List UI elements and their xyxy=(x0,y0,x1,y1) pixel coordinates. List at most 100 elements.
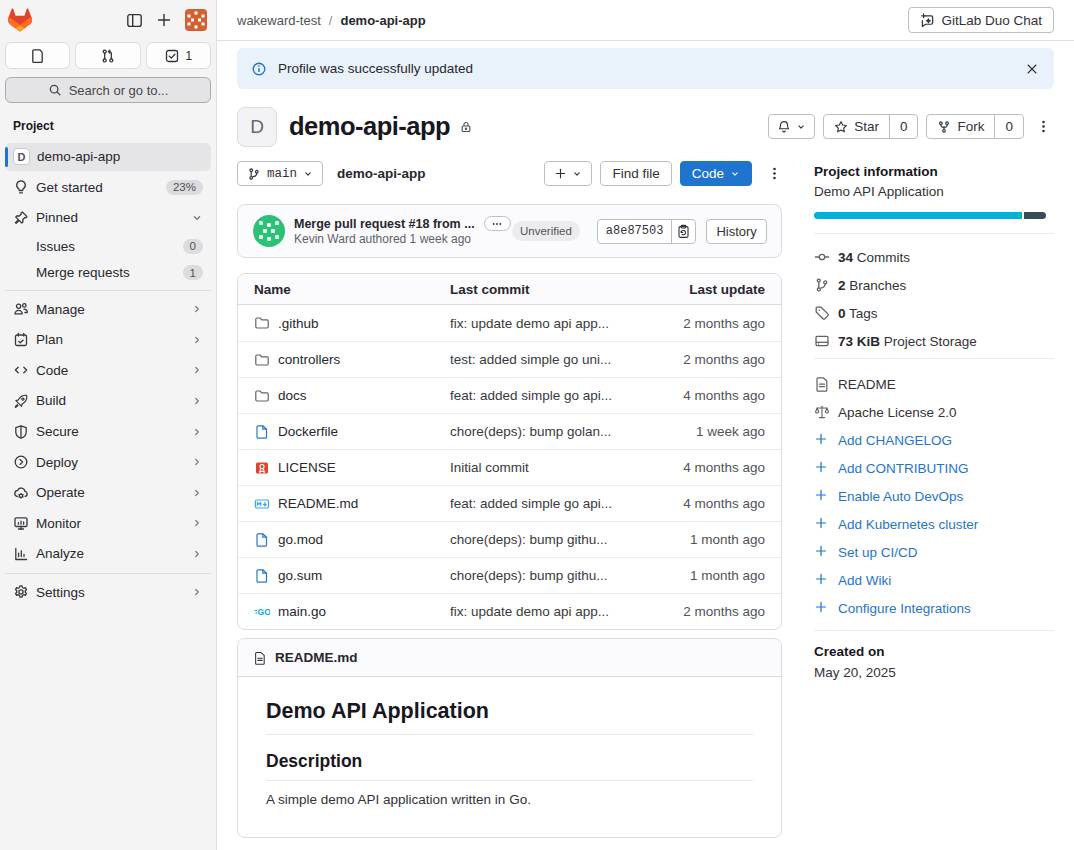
gitlab-logo-icon[interactable] xyxy=(8,8,32,32)
markdown-icon xyxy=(254,496,270,512)
stat-value: 0 xyxy=(838,306,846,321)
file-name[interactable]: .github xyxy=(278,316,319,331)
sidebar-item-pinned[interactable]: Pinned xyxy=(5,204,211,232)
sidebar-item-deploy[interactable]: Deploy xyxy=(5,448,211,476)
project-more-actions-icon[interactable] xyxy=(1032,114,1054,139)
commit-message-link[interactable]: feat: added simple go api... xyxy=(450,496,625,511)
commit-expand-icon[interactable] xyxy=(484,216,511,231)
plus-icon xyxy=(814,544,830,560)
fork-button[interactable]: Fork xyxy=(927,115,994,138)
branches-stat[interactable]: 2 Branches xyxy=(814,271,1054,299)
sidebar-menu: Project D demo-api-app Get started 23% xyxy=(0,115,216,606)
history-button[interactable]: History xyxy=(706,219,766,244)
storage-stat[interactable]: 73 KiB Project Storage xyxy=(814,327,1054,355)
file-name[interactable]: go.mod xyxy=(278,532,323,547)
breadcrumb-group[interactable]: wakeward-test xyxy=(237,13,321,28)
plus-icon xyxy=(814,572,830,588)
sidebar-item-code[interactable]: Code xyxy=(5,356,211,384)
tree-more-actions-icon[interactable] xyxy=(766,161,782,186)
sidebar-item-settings[interactable]: Settings xyxy=(5,578,211,606)
commit-message-link[interactable]: fix: update demo api app... xyxy=(450,604,625,619)
duo-chat-button[interactable]: GitLab Duo Chat xyxy=(908,7,1054,33)
sidebar-item-monitor[interactable]: Monitor xyxy=(5,509,211,537)
enable-auto-devops-link[interactable]: Enable Auto DevOps xyxy=(814,482,1054,510)
commits-stat[interactable]: 34 Commits xyxy=(814,243,1054,271)
file-name[interactable]: Dockerfile xyxy=(278,424,338,439)
disk-icon xyxy=(814,333,830,349)
issues-shortcut-button[interactable] xyxy=(5,42,70,69)
branch-selector[interactable]: main xyxy=(237,161,323,186)
issues-icon xyxy=(30,48,46,64)
sidebar-item-manage[interactable]: Manage xyxy=(5,295,211,323)
search-input[interactable]: Search or go to... xyxy=(5,77,211,103)
table-row: Dockerfile chore(deps): bump golan... 1 … xyxy=(238,413,781,449)
sidebar-item-build[interactable]: Build xyxy=(5,387,211,415)
table-row: .github fix: update demo api app... 2 mo… xyxy=(238,305,781,341)
alert-close-icon[interactable] xyxy=(1025,62,1039,76)
tree-header-row: Name Last commit Last update xyxy=(238,274,781,305)
commit-message-link[interactable]: chore(deps): bump golan... xyxy=(450,424,625,439)
sidebar-collapse-icon[interactable] xyxy=(126,12,143,29)
sidebar-item-project[interactable]: D demo-api-app xyxy=(5,143,211,171)
page-content: Profile was successfully updated D demo-… xyxy=(217,41,1074,838)
user-avatar[interactable] xyxy=(185,9,207,31)
unverified-badge[interactable]: Unverified xyxy=(512,221,580,241)
commit-message-link[interactable]: feat: added simple go api... xyxy=(450,388,625,403)
breadcrumb-project[interactable]: demo-api-app xyxy=(340,13,425,28)
add-kubernetes-cluster-link[interactable]: Add Kubernetes cluster xyxy=(814,510,1054,538)
commit-author-avatar[interactable] xyxy=(253,215,285,247)
readme-header[interactable]: README.md xyxy=(238,639,781,677)
link-label: Enable Auto DevOps xyxy=(838,489,963,504)
plus-icon xyxy=(814,488,830,504)
commit-message-link[interactable]: chore(deps): bump githu... xyxy=(450,568,625,583)
file-name[interactable]: main.go xyxy=(278,604,326,619)
license-link[interactable]: Apache License 2.0 xyxy=(814,398,1054,426)
todo-check-icon xyxy=(164,48,180,64)
merge-requests-shortcut-button[interactable] xyxy=(75,42,140,69)
copy-sha-icon[interactable] xyxy=(672,220,695,243)
file-name[interactable]: LICENSE xyxy=(278,460,336,475)
set-up-cicd-link[interactable]: Set up CI/CD xyxy=(814,538,1054,566)
create-new-icon[interactable] xyxy=(156,12,172,28)
sidebar-item-plan[interactable]: Plan xyxy=(5,326,211,354)
sidebar-item-merge-requests[interactable]: Merge requests 1 xyxy=(5,261,211,285)
todos-shortcut-button[interactable]: 1 xyxy=(146,42,211,69)
stat-text: 0 Tags xyxy=(838,306,878,321)
code-dropdown-button[interactable]: Code xyxy=(680,161,752,186)
commit-message-link[interactable]: Initial commit xyxy=(450,460,625,475)
readme-link[interactable]: README xyxy=(814,370,1054,398)
file-name[interactable]: controllers xyxy=(278,352,340,367)
add-contributing-link[interactable]: Add CONTRIBUTING xyxy=(814,454,1054,482)
chevron-right-icon xyxy=(191,334,203,346)
fork-count[interactable]: 0 xyxy=(995,115,1023,138)
commit-message-link[interactable]: fix: update demo api app... xyxy=(450,316,625,331)
commit-message-link[interactable]: chore(deps): bump githu... xyxy=(450,532,625,547)
commit-message-link[interactable]: test: added simple go uni... xyxy=(450,352,625,367)
table-row: go.mod chore(deps): bump githu... 1 mont… xyxy=(238,521,781,557)
find-file-button[interactable]: Find file xyxy=(600,161,671,186)
link-label: README xyxy=(838,377,896,392)
repo-path[interactable]: demo-api-app xyxy=(337,166,426,181)
branch-icon xyxy=(814,277,830,293)
commit-title[interactable]: Merge pull request #18 from ... xyxy=(294,217,475,231)
sidebar-item-get-started[interactable]: Get started 23% xyxy=(5,173,211,201)
sidebar-section-label: Project xyxy=(0,115,216,140)
add-wiki-link[interactable]: Add Wiki xyxy=(814,566,1054,594)
sidebar-item-secure[interactable]: Secure xyxy=(5,418,211,446)
file-icon xyxy=(254,532,270,548)
readme-paragraph: A simple demo API application written in… xyxy=(266,792,753,807)
sidebar-item-issues[interactable]: Issues 0 xyxy=(5,234,211,258)
tags-stat[interactable]: 0 Tags xyxy=(814,299,1054,327)
configure-integrations-link[interactable]: Configure Integrations xyxy=(814,594,1054,622)
file-name[interactable]: README.md xyxy=(278,496,358,511)
star-count[interactable]: 0 xyxy=(890,115,918,138)
add-file-dropdown-button[interactable] xyxy=(544,161,592,186)
add-changelog-link[interactable]: Add CHANGELOG xyxy=(814,426,1054,454)
file-name[interactable]: go.sum xyxy=(278,568,322,583)
star-button[interactable]: Star xyxy=(824,115,889,138)
sidebar-item-operate[interactable]: Operate xyxy=(5,479,211,507)
notifications-dropdown-button[interactable] xyxy=(768,114,815,139)
language-bar[interactable] xyxy=(814,212,1046,219)
sidebar-item-analyze[interactable]: Analyze xyxy=(5,540,211,568)
file-name[interactable]: docs xyxy=(278,388,307,403)
